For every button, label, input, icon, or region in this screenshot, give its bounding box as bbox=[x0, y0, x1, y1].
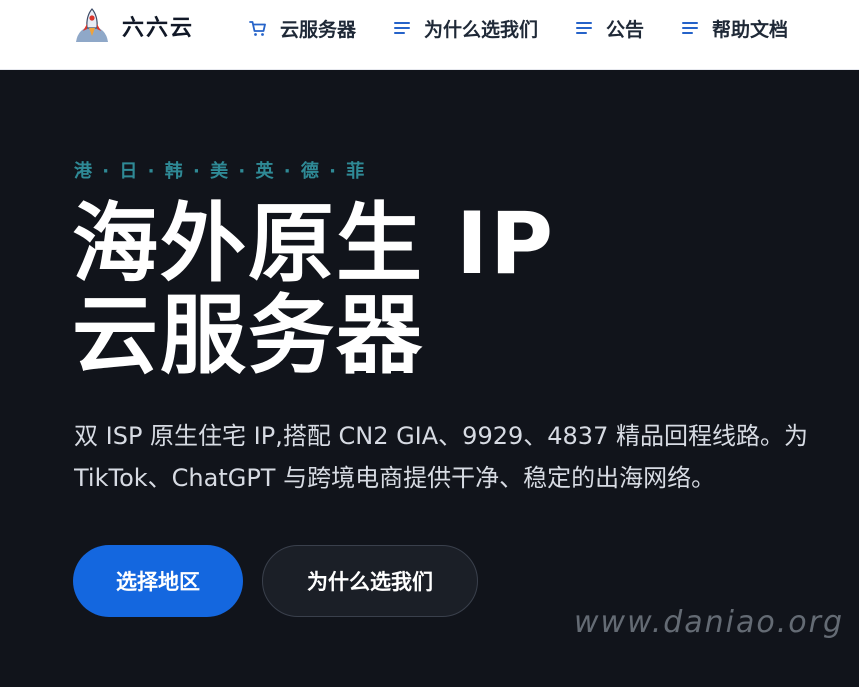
rocket-icon bbox=[76, 8, 108, 42]
why-choose-us-button[interactable]: 为什么选我们 bbox=[262, 545, 478, 617]
region-list: 港 · 日 · 韩 · 美 · 英 · 德 · 菲 bbox=[74, 161, 367, 182]
menu-lines-icon bbox=[682, 22, 699, 34]
brand-name: 六六云 bbox=[122, 16, 195, 41]
nav-item-label: 为什么选我们 bbox=[424, 18, 539, 41]
menu-lines-icon bbox=[576, 22, 593, 34]
nav-item-help-docs[interactable]: 帮助文档 bbox=[680, 15, 788, 42]
select-region-button[interactable]: 选择地区 bbox=[73, 545, 243, 617]
main-nav: 云服务器 为什么选我们 公告 帮助文档 bbox=[248, 12, 788, 44]
nav-item-label: 公告 bbox=[606, 18, 645, 41]
cart-icon bbox=[249, 21, 266, 36]
description-line-1: 双 ISP 原生住宅 IP,搭配 CN2 GIA、9929、4837 精品回程线… bbox=[74, 422, 808, 450]
description-line-2: TikTok、ChatGPT 与跨境电商提供干净、稳定的出海网络。 bbox=[74, 464, 716, 492]
headline-line-1: 海外原生 IP bbox=[72, 194, 555, 294]
headline-line-2: 云服务器 bbox=[72, 286, 424, 386]
hero-headline: 海外原生 IP 云服务器 bbox=[72, 198, 555, 382]
nav-item-announcements[interactable]: 公告 bbox=[574, 15, 644, 42]
nav-item-cloud-server[interactable]: 云服务器 bbox=[248, 15, 356, 42]
menu-lines-icon bbox=[394, 22, 411, 34]
nav-item-label: 帮助文档 bbox=[712, 18, 789, 41]
nav-item-label: 云服务器 bbox=[280, 18, 357, 41]
watermark: www.daniao.org bbox=[574, 605, 845, 640]
nav-item-why-us[interactable]: 为什么选我们 bbox=[392, 15, 538, 42]
hero-description: 双 ISP 原生住宅 IP,搭配 CN2 GIA、9929、4837 精品回程线… bbox=[74, 415, 859, 499]
brand[interactable]: 六六云 bbox=[72, 4, 194, 48]
top-navigation-bar: 六六云 云服务器 为什么选我们 公告 帮助文档 bbox=[0, 0, 859, 70]
